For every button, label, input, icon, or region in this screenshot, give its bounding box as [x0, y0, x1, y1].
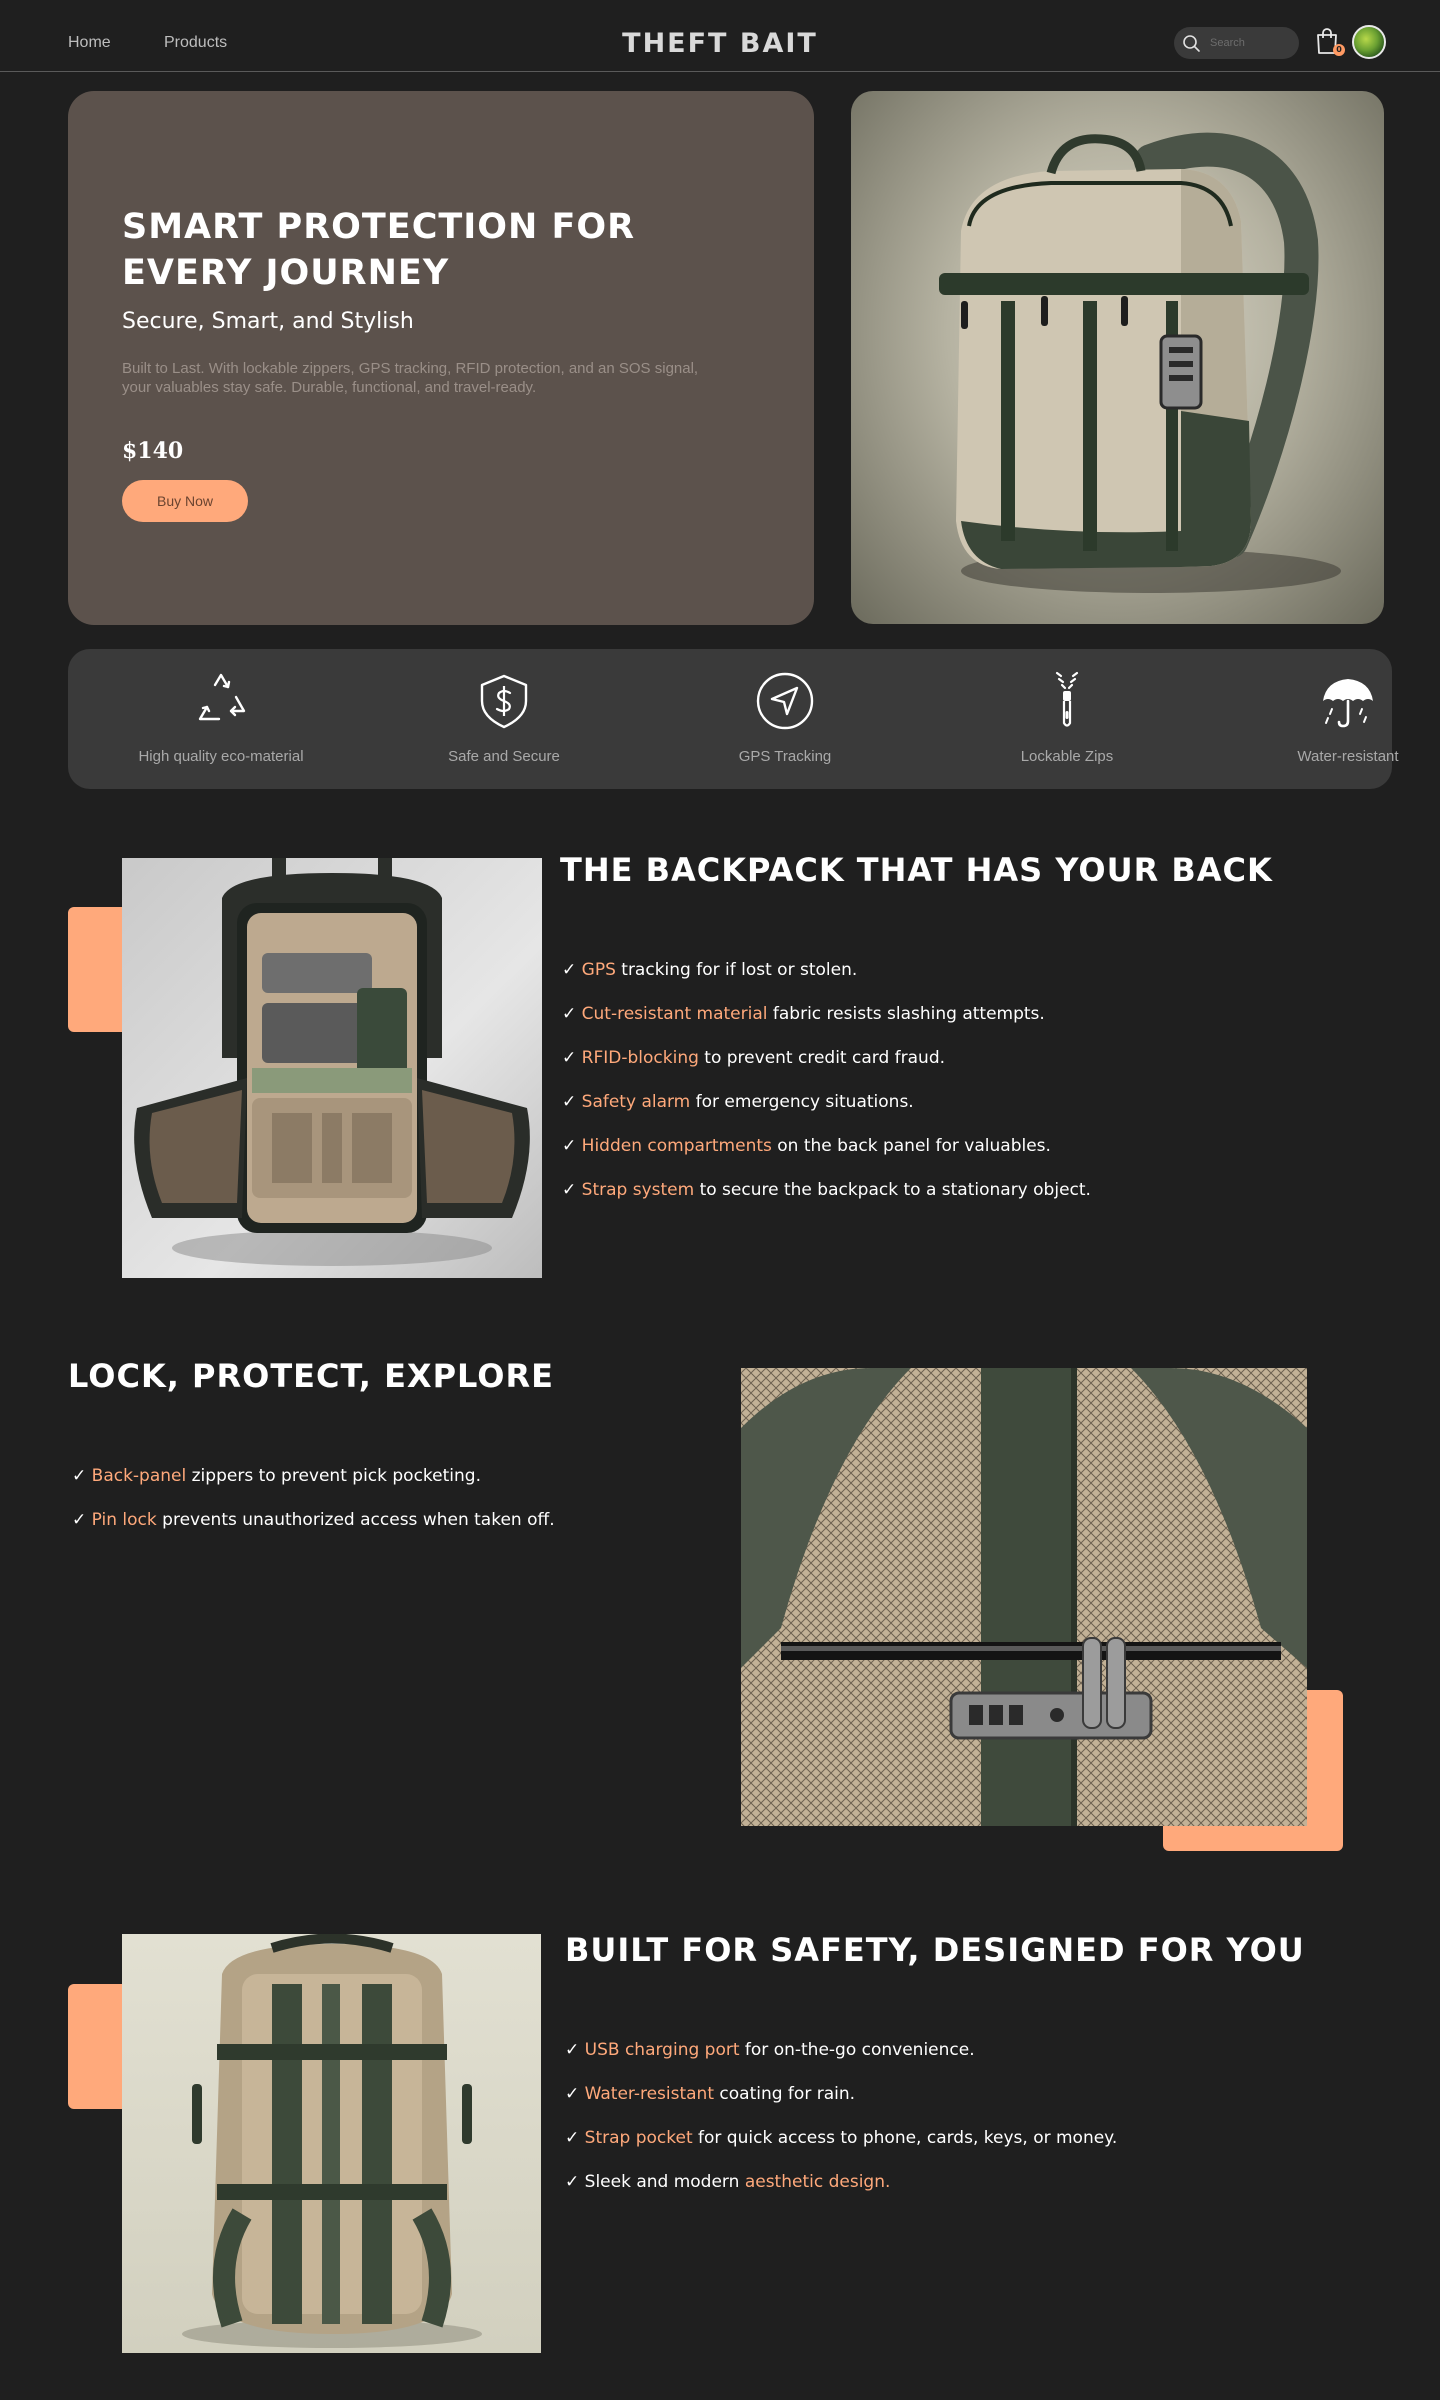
feature-bullet: ✓ Hidden compartments on the back panel …	[562, 1136, 1051, 1156]
open-backpack-illustration	[134, 858, 530, 1266]
back-panel-illustration	[182, 1934, 482, 2348]
bullet-highlight: Cut-resistant material	[581, 1004, 768, 1024]
bullet-text: tracking for if lost or stolen.	[615, 960, 858, 980]
bullet-text: to secure the backpack to a stationary o…	[694, 1180, 1091, 1200]
bullet-text: to prevent credit card fraud.	[698, 1048, 946, 1068]
bullet-text: Sleek and modern	[584, 2172, 745, 2192]
user-avatar[interactable]	[1352, 25, 1386, 59]
pin-lock-closeup-image	[741, 1368, 1307, 1826]
feature-safe-secure: Safe and Secure	[384, 649, 624, 789]
feature-label: Lockable Zips	[1020, 748, 1114, 765]
hero-subtitle: Secure, Smart, and Stylish	[122, 309, 414, 334]
navigation-arrow-icon	[756, 672, 814, 730]
search-icon	[1183, 35, 1200, 52]
hero-price: $140	[122, 438, 184, 464]
feature-bullet: ✓ Sleek and modern aesthetic design.	[565, 2172, 891, 2192]
feature-label: High quality eco-material	[138, 748, 304, 765]
search-input[interactable]	[1210, 33, 1290, 53]
feature-bullet: ✓ Cut-resistant material fabric resists …	[562, 1004, 1045, 1024]
buy-now-button[interactable]: Buy Now	[122, 480, 248, 522]
search-bar[interactable]	[1174, 27, 1299, 59]
section-title: BUILT FOR SAFETY, DESIGNED FOR YOU	[565, 1931, 1305, 1969]
bullet-text: for emergency situations.	[690, 1092, 914, 1112]
open-backpack-image	[122, 858, 542, 1278]
back-panel-backpack-image	[122, 1934, 541, 2353]
zipper-icon	[1055, 671, 1079, 727]
feature-bullet: ✓ Safety alarm for emergency situations.	[562, 1092, 914, 1112]
feature-bullet: ✓ Strap pocket for quick access to phone…	[565, 2128, 1118, 2148]
cart-count-badge: 0	[1333, 44, 1345, 56]
backpack-illustration	[939, 132, 1341, 593]
bullet-highlight: Strap pocket	[584, 2128, 693, 2148]
bullet-text: zippers to prevent pick pocketing.	[186, 1466, 481, 1486]
features-bar: High quality eco-material Safe and Secur…	[68, 649, 1399, 789]
recycle-icon	[198, 673, 246, 721]
bullet-highlight: Pin lock	[91, 1510, 157, 1530]
feature-lockable-zips: Lockable Zips	[947, 649, 1187, 789]
hero-title: SMART PROTECTION FOR EVERY JOURNEY	[122, 207, 636, 293]
feature-water-resistant: Water-resistant	[1228, 649, 1440, 789]
pin-lock-illustration	[741, 1368, 1307, 1826]
cart-button[interactable]: 0	[1314, 26, 1345, 56]
bullet-highlight: Hidden compartments	[581, 1136, 772, 1156]
bullet-highlight: Strap system	[581, 1180, 695, 1200]
feature-label: Safe and Secure	[448, 748, 560, 765]
feature-bullet: ✓ Strap system to secure the backpack to…	[562, 1180, 1091, 1200]
feature-bullet: ✓ RFID-blocking to prevent credit card f…	[562, 1048, 946, 1068]
umbrella-icon	[1323, 679, 1373, 728]
bullet-highlight: Water-resistant	[584, 2084, 714, 2104]
feature-bullet: ✓ GPS tracking for if lost or stolen.	[562, 960, 858, 980]
bullet-text: coating for rain.	[714, 2084, 856, 2104]
bullet-text: for on-the-go convenience.	[739, 2040, 975, 2060]
bullet-text: fabric resists slashing attempts.	[767, 1004, 1045, 1024]
feature-bullet: ✓ Water-resistant coating for rain.	[565, 2084, 856, 2104]
feature-eco-material: High quality eco-material	[101, 649, 341, 789]
bullet-highlight: GPS	[581, 960, 616, 980]
accent-block	[68, 907, 128, 1032]
accent-block	[68, 1984, 128, 2109]
bullet-text: on the back panel for valuables.	[771, 1136, 1051, 1156]
hero-backpack-image	[851, 91, 1384, 624]
feature-bullet: ✓ Pin lock prevents unauthorized access …	[72, 1510, 555, 1530]
feature-bullet: ✓ Back-panel zippers to prevent pick poc…	[72, 1466, 481, 1486]
bullet-text: prevents unauthorized access when taken …	[156, 1510, 555, 1530]
section-title: THE BACKPACK THAT HAS YOUR BACK	[560, 851, 1273, 889]
bullet-highlight: RFID-blocking	[581, 1048, 699, 1068]
bullet-highlight: USB charging port	[584, 2040, 740, 2060]
feature-bullet: ✓ USB charging port for on-the-go conven…	[565, 2040, 975, 2060]
feature-label: GPS Tracking	[738, 748, 832, 765]
top-nav: Home Products THEFT BAIT 0	[0, 0, 1440, 72]
hero-card: SMART PROTECTION FOR EVERY JOURNEY Secur…	[68, 91, 814, 625]
section-title: LOCK, PROTECT, EXPLORE	[68, 1357, 554, 1395]
bullet-text: for quick access to phone, cards, keys, …	[692, 2128, 1118, 2148]
bullet-highlight: Back-panel	[91, 1466, 187, 1486]
bullet-highlight: Safety alarm	[581, 1092, 691, 1112]
feature-label: Water-resistant	[1297, 748, 1399, 765]
hero-description: Built to Last. With lockable zippers, GP…	[122, 360, 699, 396]
bullet-highlight: aesthetic design.	[744, 2172, 891, 2192]
feature-gps-tracking: GPS Tracking	[665, 649, 905, 789]
shield-dollar-icon	[480, 674, 528, 729]
